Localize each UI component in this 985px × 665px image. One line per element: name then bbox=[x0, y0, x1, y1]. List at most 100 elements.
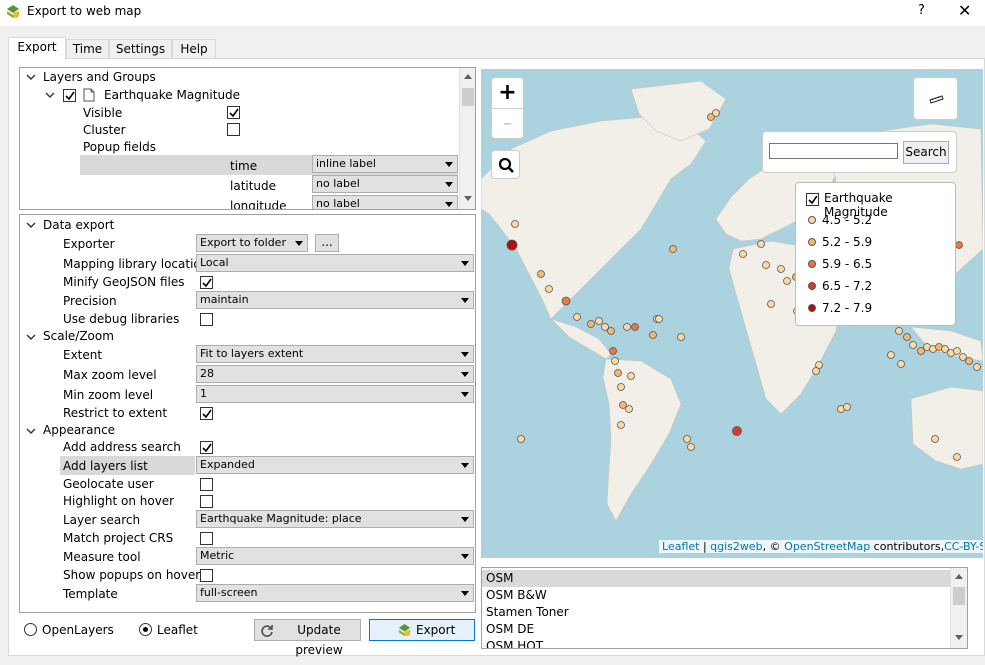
leaflet-link[interactable]: Leaflet bbox=[662, 540, 699, 553]
tab-help[interactable]: Help bbox=[172, 39, 216, 59]
osm-link[interactable]: OpenStreetMap bbox=[784, 540, 870, 553]
layer-file-icon bbox=[83, 88, 95, 102]
min-zoom-select[interactable]: 1 bbox=[196, 385, 474, 403]
visible-label: Visible bbox=[83, 106, 123, 120]
address-search-checkbox[interactable] bbox=[200, 441, 213, 454]
help-button[interactable]: ? bbox=[918, 3, 925, 18]
popup-field-name: time bbox=[230, 159, 258, 173]
chevron-down-icon[interactable] bbox=[45, 90, 55, 100]
highlight-checkbox[interactable] bbox=[200, 495, 213, 508]
dropdown-arrow-icon bbox=[461, 517, 469, 522]
tab-settings[interactable]: Settings bbox=[109, 39, 172, 59]
exporter-select[interactable]: Export to folder bbox=[196, 234, 308, 252]
chevron-down-icon[interactable] bbox=[26, 332, 36, 342]
cluster-checkbox[interactable] bbox=[227, 123, 240, 136]
window-title: Export to web map bbox=[27, 4, 142, 18]
address-search-label: Add address search bbox=[63, 440, 181, 454]
restrict-checkbox[interactable] bbox=[200, 407, 213, 420]
chevron-down-icon[interactable] bbox=[26, 72, 36, 82]
tab-export[interactable]: Export bbox=[8, 37, 66, 60]
popup-field-mode-select[interactable]: no label bbox=[312, 175, 458, 193]
minify-checkbox[interactable] bbox=[200, 276, 213, 289]
basemap-item[interactable]: OSM bbox=[482, 570, 952, 587]
address-search-input[interactable] bbox=[769, 143, 898, 159]
dropdown-arrow-icon bbox=[445, 182, 453, 187]
tab-time[interactable]: Time bbox=[66, 39, 109, 59]
dropdown-arrow-icon bbox=[461, 554, 469, 559]
scroll-thumb[interactable] bbox=[953, 587, 965, 605]
basemap-item[interactable]: Stamen Toner bbox=[482, 604, 952, 621]
match-crs-checkbox[interactable] bbox=[200, 532, 213, 545]
refresh-icon bbox=[261, 625, 273, 637]
geolocate-checkbox[interactable] bbox=[200, 478, 213, 491]
chevron-down-icon[interactable] bbox=[26, 426, 36, 436]
match-crs-label: Match project CRS bbox=[63, 531, 174, 545]
exporter-label: Exporter bbox=[63, 237, 115, 251]
minify-label: Minify GeoJSON files bbox=[63, 275, 185, 289]
dropdown-arrow-icon bbox=[461, 352, 469, 357]
show-popups-checkbox[interactable] bbox=[200, 569, 213, 582]
zoom-control: + – bbox=[491, 77, 524, 139]
qgis-logo-icon bbox=[7, 5, 19, 18]
scroll-down-icon[interactable] bbox=[955, 635, 963, 640]
layer-legend: Earthquake Magnitude 4.5 - 5.2 5.2 - 5.9… bbox=[795, 182, 956, 326]
measure-select[interactable]: Metric bbox=[196, 547, 474, 565]
scroll-up-icon[interactable] bbox=[955, 574, 963, 579]
popup-field-mode-select[interactable]: no label bbox=[312, 195, 458, 209]
layer-enabled-checkbox[interactable] bbox=[63, 89, 76, 102]
debug-checkbox[interactable] bbox=[200, 313, 213, 326]
debug-label: Use debug libraries bbox=[63, 312, 180, 326]
popup-fields-label: Popup fields bbox=[83, 140, 156, 154]
address-search-box: Search bbox=[762, 131, 957, 173]
openlayers-radio[interactable] bbox=[24, 623, 37, 636]
layers-list-select[interactable]: Expanded bbox=[196, 456, 474, 474]
precision-select[interactable]: maintain bbox=[196, 291, 474, 309]
mapping-library-select[interactable]: Local bbox=[196, 254, 474, 272]
map-attribution: Leaflet | qgis2web, © OpenStreetMap cont… bbox=[659, 540, 983, 553]
max-zoom-select[interactable]: 28 bbox=[196, 365, 474, 383]
openlayers-label: OpenLayers bbox=[42, 623, 114, 637]
leaflet-radio[interactable] bbox=[139, 623, 152, 636]
basemap-item[interactable]: OSM HOT bbox=[482, 638, 952, 648]
qgis2web-logo-icon bbox=[398, 623, 411, 637]
visible-checkbox[interactable] bbox=[227, 106, 240, 119]
show-popups-label: Show popups on hover bbox=[63, 568, 201, 582]
popup-field-mode-select[interactable]: inline label bbox=[312, 155, 458, 173]
measure-tool-button[interactable] bbox=[913, 77, 958, 120]
scroll-down-icon[interactable] bbox=[464, 196, 472, 201]
dropdown-arrow-icon bbox=[461, 591, 469, 596]
license-link[interactable]: CC-BY-SA bbox=[944, 540, 983, 553]
layers-scrollbar[interactable] bbox=[459, 68, 475, 209]
basemap-item[interactable]: OSM DE bbox=[482, 621, 952, 638]
qgis2web-link[interactable]: qgis2web bbox=[710, 540, 763, 553]
scroll-up-icon[interactable] bbox=[464, 74, 472, 79]
data-export-group: Data export bbox=[43, 218, 115, 232]
browse-button[interactable]: ... bbox=[315, 234, 339, 252]
layer-search-select[interactable]: Earthquake Magnitude: place bbox=[196, 510, 474, 528]
cluster-label: Cluster bbox=[83, 123, 126, 137]
template-label: Template bbox=[63, 587, 118, 601]
template-select[interactable]: full-screen bbox=[196, 584, 474, 602]
leaflet-label: Leaflet bbox=[157, 623, 198, 637]
update-preview-button[interactable]: Update preview bbox=[254, 619, 361, 657]
dropdown-arrow-icon bbox=[461, 261, 469, 266]
zoom-out-button[interactable]: – bbox=[492, 109, 523, 138]
legend-layer-checkbox[interactable] bbox=[806, 193, 819, 206]
layers-groups-label: Layers and Groups bbox=[43, 70, 156, 84]
restrict-label: Restrict to extent bbox=[63, 406, 168, 420]
scroll-thumb[interactable] bbox=[462, 88, 474, 106]
chevron-down-icon[interactable] bbox=[26, 220, 36, 230]
extent-select[interactable]: Fit to layers extent bbox=[196, 345, 474, 363]
export-button[interactable]: Export bbox=[369, 619, 475, 641]
address-search-button[interactable]: Search bbox=[903, 141, 949, 164]
zoom-in-button[interactable]: + bbox=[492, 78, 523, 108]
layer-search-label: Layer search bbox=[63, 513, 141, 527]
dropdown-arrow-icon bbox=[445, 202, 453, 207]
basemap-item[interactable]: OSM B&W bbox=[482, 587, 952, 604]
basemap-scrollbar[interactable] bbox=[950, 568, 967, 648]
popup-field-name: longitude bbox=[230, 199, 287, 210]
geolocate-label: Geolocate user bbox=[63, 477, 154, 491]
search-toggle-button[interactable] bbox=[491, 150, 520, 179]
basemap-list: OSM OSM B&W Stamen Toner OSM DE OSM HOT bbox=[481, 567, 968, 649]
close-button[interactable]: ✕ bbox=[958, 1, 971, 20]
